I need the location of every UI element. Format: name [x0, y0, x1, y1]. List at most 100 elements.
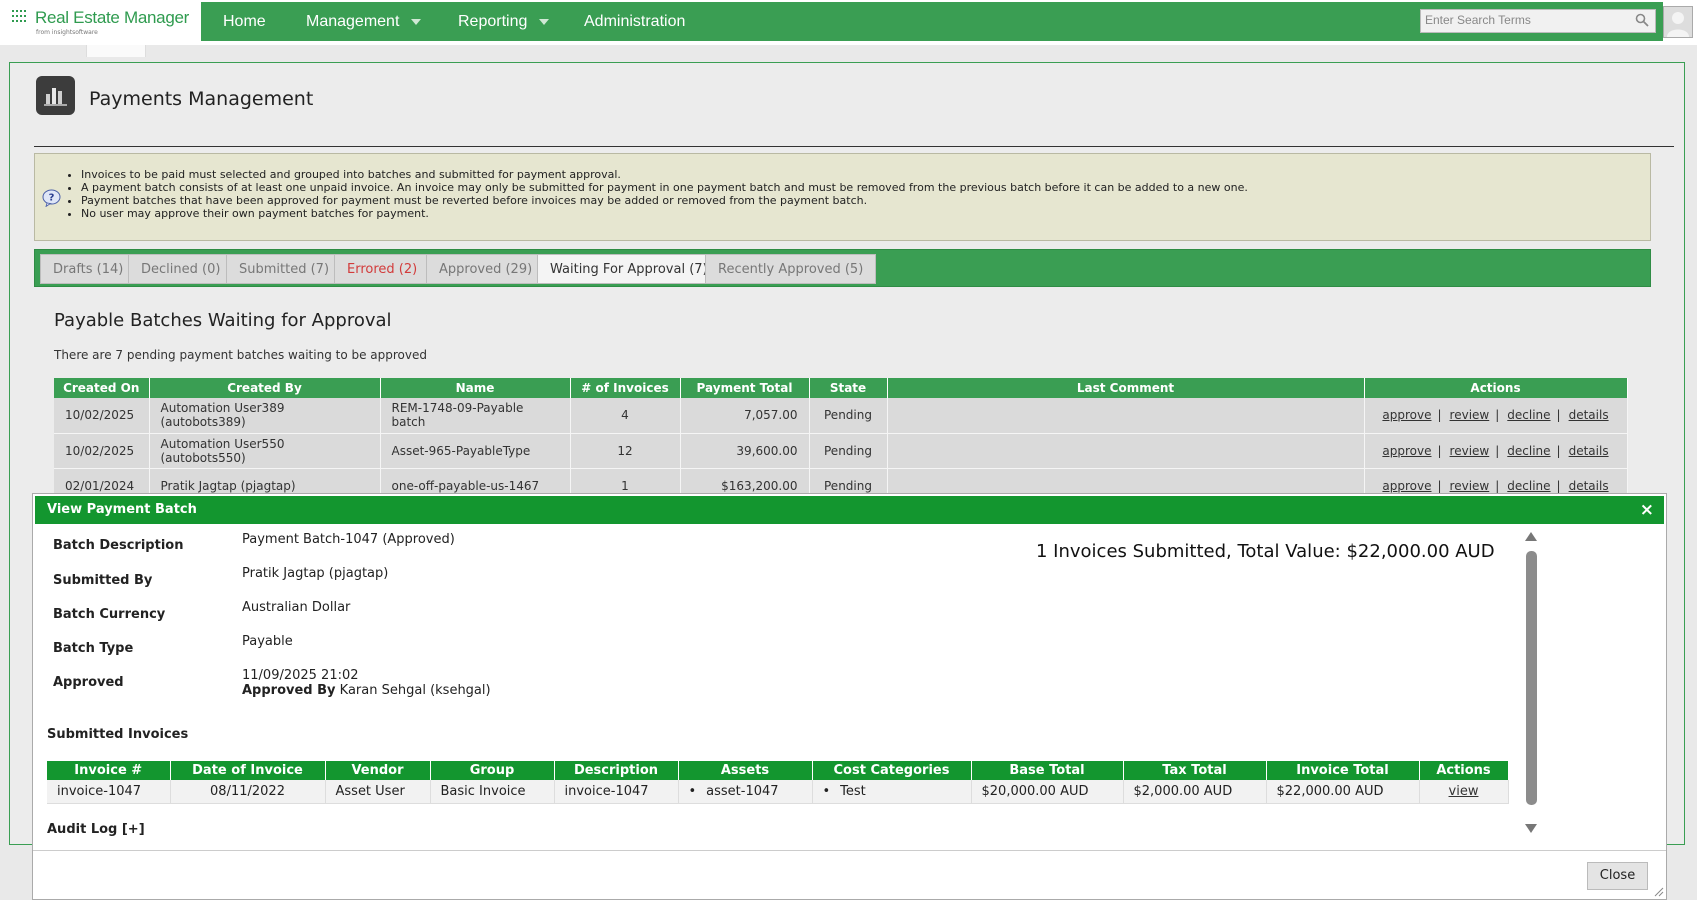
column-header: Actions [1364, 378, 1628, 398]
column-header[interactable]: # of Invoices [570, 378, 681, 398]
close-button[interactable]: Close [1587, 862, 1648, 890]
logo-name: Real Estate Manager [35, 8, 189, 27]
pending-count-text: There are 7 pending payment batches wait… [54, 348, 428, 362]
column-header[interactable]: Payment Total [680, 378, 810, 398]
approve-link[interactable]: approve [1382, 479, 1431, 493]
close-icon[interactable]: × [1640, 496, 1654, 524]
column-header: Invoice Total [1266, 761, 1420, 780]
column-header: Tax Total [1123, 761, 1267, 780]
invoices-table: Invoice # Date of Invoice Vendor Group D… [47, 761, 1509, 804]
tab-errored[interactable]: Errored (2) [334, 254, 431, 284]
batch-currency-label: Batch Currency [53, 607, 166, 622]
nav-reporting-label: Reporting [458, 13, 528, 30]
cell-payment-total: 39,600.00 [680, 433, 810, 469]
batch-type-label: Batch Type [53, 641, 134, 656]
cell-name: Asset-965-PayableType [380, 433, 571, 469]
tab-drafts[interactable]: Drafts (14) [40, 254, 137, 284]
batch-type-value: Payable [242, 634, 293, 649]
decline-link[interactable]: decline [1507, 408, 1550, 422]
nav-management[interactable]: Management [306, 2, 422, 41]
column-header[interactable]: Last Comment [887, 378, 1365, 398]
nav-management-label: Management [306, 13, 400, 30]
cell-invoice-count: 4 [570, 398, 681, 434]
tab-declined[interactable]: Declined (0) [128, 254, 234, 284]
cell-base-total: $20,000.00 AUD [971, 780, 1124, 804]
tab-recently-approved[interactable]: Recently Approved (5) [705, 254, 877, 284]
search-icon[interactable] [1635, 13, 1649, 27]
cell-state: Pending [809, 398, 888, 434]
scroll-up-arrow-icon[interactable] [1525, 532, 1537, 541]
details-link[interactable]: details [1569, 444, 1609, 458]
review-link[interactable]: review [1450, 479, 1490, 493]
column-header: Invoice # [47, 761, 171, 780]
cell-last-comment [887, 398, 1365, 434]
search-input[interactable]: Enter Search Terms [1420, 9, 1656, 33]
audit-log-toggle[interactable]: Audit Log [+] [47, 822, 145, 837]
cell-invoice-number: invoice-1047 [47, 780, 171, 804]
column-header: Cost Categories [812, 761, 972, 780]
nav-reporting[interactable]: Reporting [458, 2, 550, 41]
approve-link[interactable]: approve [1382, 408, 1431, 422]
nav-administration-label: Administration [584, 13, 686, 30]
batch-summary: 1 Invoices Submitted, Total Value: $22,0… [1036, 541, 1495, 562]
logo-tagline: from insightsoftware [36, 29, 98, 36]
view-payment-batch-dialog: View Payment Batch × Batch Description P… [32, 493, 1667, 900]
cell-assets: asset-1047 [678, 780, 813, 804]
details-link[interactable]: details [1569, 408, 1609, 422]
column-header: Description [554, 761, 679, 780]
payments-icon [36, 76, 75, 115]
scrollbar-thumb[interactable] [1526, 551, 1537, 805]
resize-grip-icon[interactable] [1652, 885, 1664, 897]
tab-approved[interactable]: Approved (29) [426, 254, 546, 284]
title-divider [34, 146, 1674, 147]
cell-group: Basic Invoice [430, 780, 555, 804]
column-header[interactable]: Created On [54, 378, 150, 398]
cell-created-by: Automation User389 (autobots389) [149, 398, 381, 434]
approved-by-line: Approved By Karan Sehgal (ksehgal) [242, 683, 491, 698]
table-header-row: Invoice # Date of Invoice Vendor Group D… [47, 761, 1509, 780]
column-header: Actions [1419, 761, 1509, 780]
cell-tax-total: $2,000.00 AUD [1123, 780, 1267, 804]
view-invoice-link[interactable]: view [1449, 784, 1479, 799]
cell-last-comment [887, 433, 1365, 469]
cell-actions: view [1419, 780, 1509, 804]
header-divider [86, 45, 146, 57]
cell-created-by: Automation User550 (autobots550) [149, 433, 381, 469]
info-bullet: A payment batch consists of at least one… [81, 181, 1248, 194]
decline-link[interactable]: decline [1507, 479, 1550, 493]
cell-name: REM-1748-09-Payable batch [380, 398, 571, 434]
app-logo[interactable]: Real Estate Manager from insightsoftware [12, 8, 197, 42]
decline-link[interactable]: decline [1507, 444, 1550, 458]
nav-home[interactable]: Home [223, 2, 266, 41]
search-placeholder: Enter Search Terms [1425, 13, 1531, 27]
approve-link[interactable]: approve [1382, 444, 1431, 458]
table-header-row: Created On Created By Name # of Invoices… [54, 378, 1628, 398]
cell-actions: approve | review | decline | details [1364, 398, 1628, 434]
chevron-down-icon [539, 18, 550, 25]
cell-created-on: 10/02/2025 [54, 398, 150, 434]
batch-description-value: Payment Batch-1047 (Approved) [242, 532, 455, 547]
table-row: invoice-1047 08/11/2022 Asset User Basic… [47, 780, 1509, 804]
batch-currency-value: Australian Dollar [242, 600, 351, 615]
avatar[interactable] [1663, 6, 1693, 38]
column-header[interactable]: State [809, 378, 888, 398]
cell-actions: approve | review | decline | details [1364, 433, 1628, 469]
details-link[interactable]: details [1569, 479, 1609, 493]
nav-administration[interactable]: Administration [584, 2, 685, 41]
review-link[interactable]: review [1450, 408, 1490, 422]
user-icon [1667, 12, 1689, 37]
tab-waiting-for-approval[interactable]: Waiting For Approval (7) [537, 254, 721, 284]
tab-submitted[interactable]: Submitted (7) [226, 254, 343, 284]
cell-description: invoice-1047 [554, 780, 679, 804]
cell-invoice-count: 12 [570, 433, 681, 469]
approved-by-label: Approved By [242, 683, 336, 698]
review-link[interactable]: review [1450, 444, 1490, 458]
column-header: Base Total [971, 761, 1124, 780]
batch-description-label: Batch Description [53, 538, 184, 553]
column-header[interactable]: Name [380, 378, 571, 398]
status-tabs: Drafts (14) Declined (0) Submitted (7) E… [34, 249, 1651, 287]
cell-payment-total: 7,057.00 [680, 398, 810, 434]
batches-table: Created On Created By Name # of Invoices… [54, 378, 1628, 504]
scroll-down-arrow-icon[interactable] [1525, 824, 1537, 833]
column-header[interactable]: Created By [149, 378, 381, 398]
